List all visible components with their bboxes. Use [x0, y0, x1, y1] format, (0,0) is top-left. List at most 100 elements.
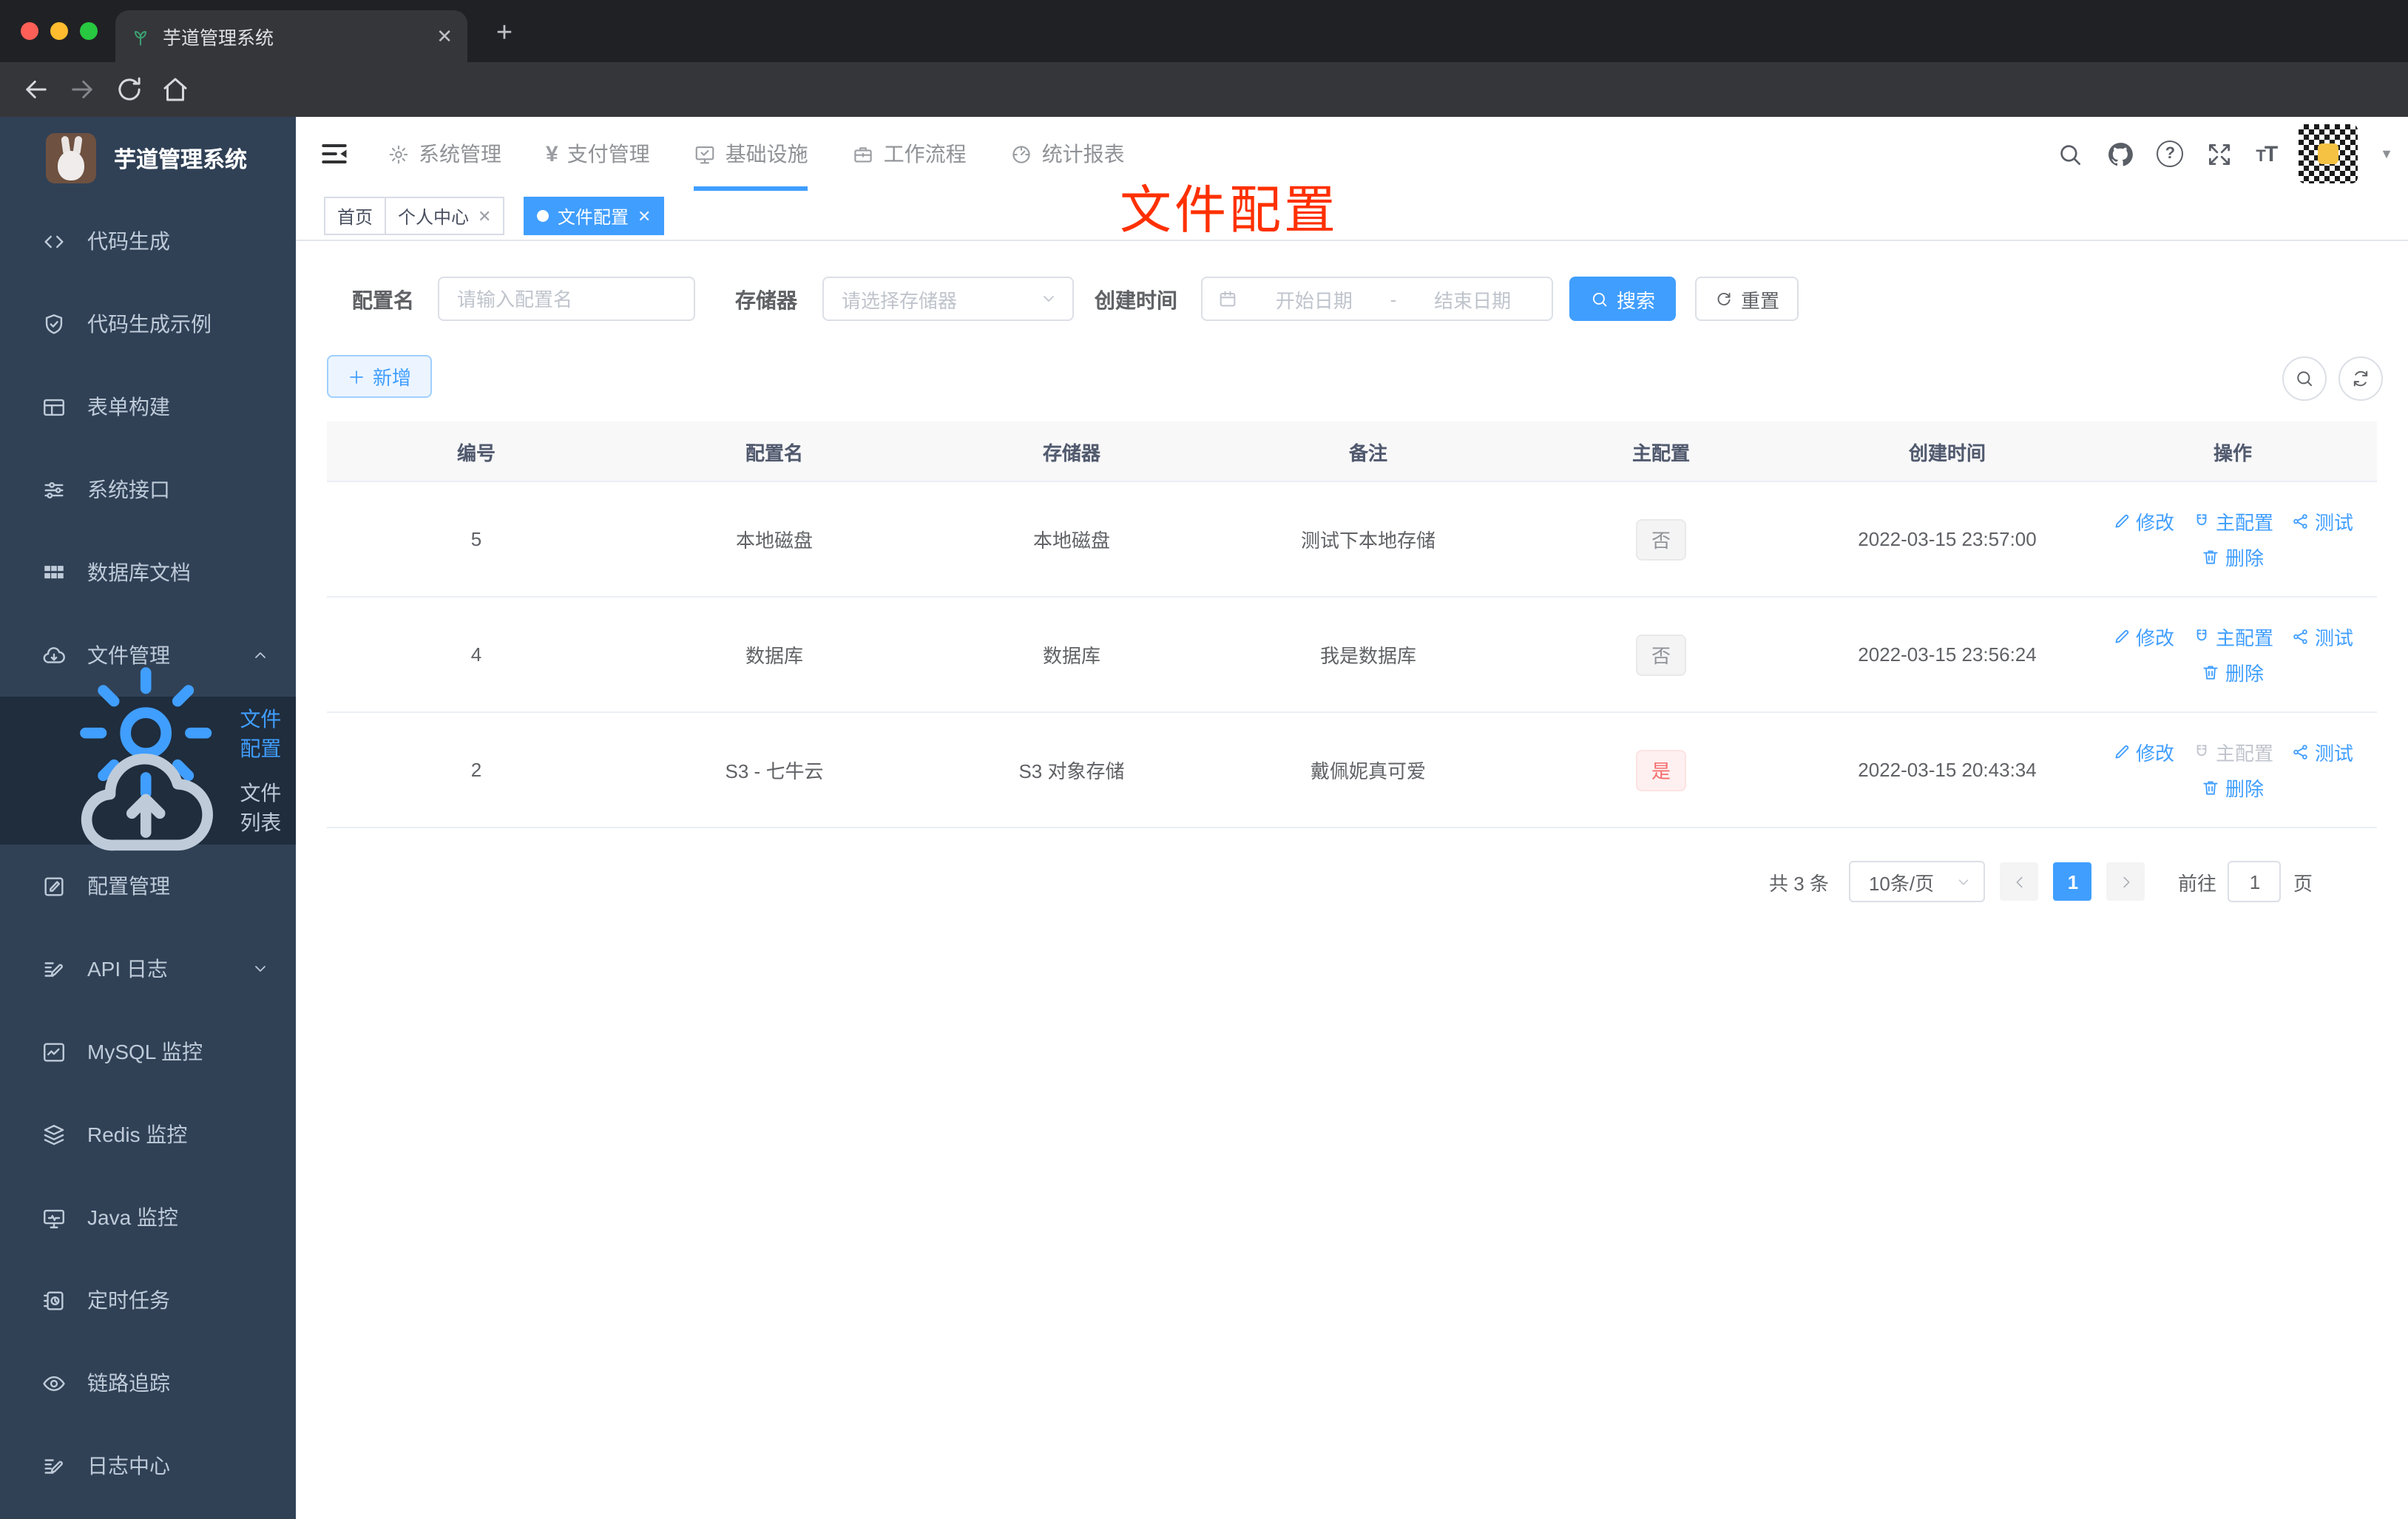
traffic-zoom-button[interactable] [80, 22, 98, 40]
sidebar-item-api-log[interactable]: API 日志 [0, 927, 296, 1010]
add-button-label: 新增 [373, 367, 412, 389]
edit-action[interactable]: 修改 [2112, 623, 2174, 651]
sidebar-item-label: 配置管理 [87, 874, 170, 898]
top-menu-infra[interactable]: 基础设施 [694, 117, 808, 191]
master-action[interactable]: 主配置 [2192, 623, 2273, 651]
page-size-select[interactable]: 10条/页 [1849, 861, 1986, 902]
monitor-check-icon [696, 145, 714, 163]
tag-close-icon[interactable]: ✕ [637, 206, 651, 226]
sidebar-item-system-api[interactable]: 系统接口 [0, 448, 296, 531]
delete-action[interactable]: 删除 [2202, 543, 2264, 571]
sidebar-item-label: 文件列表 [240, 781, 282, 834]
filter-name-input[interactable] [438, 277, 695, 321]
reset-button[interactable]: 重置 [1695, 277, 1799, 321]
sidebar-item-code-demo[interactable]: 代码生成示例 [0, 283, 296, 365]
sidebar-item-file-manage[interactable]: 文件管理 [0, 614, 296, 697]
edit-action[interactable]: 修改 [2112, 507, 2174, 535]
cell-id: 4 [470, 643, 482, 666]
top-menu-system[interactable]: 系统管理 [388, 117, 501, 191]
goto-page-input[interactable] [2229, 870, 2280, 893]
column-header: 操作 [2213, 442, 2252, 464]
traffic-close-button[interactable] [21, 22, 38, 40]
search-icon [1592, 291, 1607, 306]
sidebar-item-label: 代码生成 [87, 229, 170, 253]
master-action-disabled: 主配置 [2192, 738, 2273, 766]
prev-page-button[interactable] [2000, 862, 2039, 901]
sidebar-item-form-builder[interactable]: 表单构建 [0, 365, 296, 448]
avatar[interactable] [2299, 124, 2358, 183]
back-icon[interactable] [21, 74, 52, 105]
help-icon[interactable]: ? [2157, 141, 2184, 167]
sidebar-item-label: 系统接口 [87, 478, 170, 501]
column-header: 备注 [1348, 442, 1387, 464]
cell-storage: S3 对象存储 [1018, 760, 1125, 782]
search-button[interactable]: 搜索 [1569, 277, 1676, 321]
browser-tab[interactable]: 芋道管理系统 ✕ [115, 10, 467, 62]
sidebar-item-log-center[interactable]: 日志中心 [0, 1424, 296, 1507]
avatar-caret-icon[interactable]: ▼ [2380, 146, 2393, 161]
reload-icon[interactable] [114, 74, 145, 105]
sidebar-item-label: Java 监控 [87, 1205, 178, 1229]
sidebar-item-mysql-monitor[interactable]: MySQL 监控 [0, 1010, 296, 1093]
tag-profile[interactable]: 个人中心 ✕ [385, 197, 505, 235]
browser-tabstrip: 芋道管理系统 ✕ + [0, 0, 2408, 62]
sidebar-item-job[interactable]: 定时任务 [0, 1259, 296, 1342]
tab-close-icon[interactable]: ✕ [436, 24, 453, 48]
sidebar-item-redis-monitor[interactable]: Redis 监控 [0, 1093, 296, 1176]
sidebar-item-db-doc[interactable]: 数据库文档 [0, 531, 296, 614]
logo-avatar [46, 133, 96, 183]
add-button[interactable]: 新增 [327, 355, 433, 398]
test-action[interactable]: 测试 [2291, 738, 2353, 766]
next-page-button[interactable] [2106, 862, 2145, 901]
filter-storage-select[interactable]: 请选择存储器 [822, 277, 1074, 321]
trash-icon [2204, 781, 2219, 795]
sidebar-collapse-icon[interactable] [318, 138, 351, 170]
tag-close-icon[interactable]: ✕ [478, 206, 491, 226]
name-input[interactable] [439, 288, 694, 310]
delete-action[interactable]: 删除 [2202, 658, 2264, 686]
sidebar-item-label: MySQL 监控 [87, 1040, 203, 1063]
search-icon[interactable] [2056, 140, 2084, 168]
sidebar-item-file-list[interactable]: 文件列表 [0, 754, 296, 851]
master-action[interactable]: 主配置 [2192, 507, 2273, 535]
sidebar-item-config-manage[interactable]: 配置管理 [0, 845, 296, 927]
range-separator: - [1390, 288, 1397, 310]
doc-edit-icon [44, 961, 63, 976]
test-action[interactable]: 测试 [2291, 623, 2353, 651]
tag-file-config[interactable]: 文件配置 ✕ [524, 197, 665, 235]
github-icon[interactable] [2106, 140, 2134, 168]
sidebar-logo[interactable]: 芋道管理系统 [0, 117, 296, 200]
fullscreen-icon[interactable] [2205, 140, 2233, 168]
delete-action[interactable]: 删除 [2202, 774, 2264, 802]
calendar-icon [1220, 291, 1236, 307]
sidebar-item-code-gen[interactable]: 代码生成 [0, 200, 296, 283]
top-menu-label: 支付管理 [567, 142, 650, 166]
test-action[interactable]: 测试 [2291, 507, 2353, 535]
form-icon [44, 398, 64, 416]
top-menu-report[interactable]: 统计报表 [1011, 117, 1125, 191]
sidebar-item-tracer[interactable]: 链路追踪 [0, 1342, 296, 1424]
top-menu-workflow[interactable]: 工作流程 [853, 117, 967, 191]
edit-action[interactable]: 修改 [2112, 738, 2174, 766]
file-config-table: 编号 配置名 存储器 备注 主配置 创建时间 操作 5 本地磁盘 本地磁盘 测试… [327, 422, 2377, 828]
table-refresh-button[interactable] [2338, 356, 2383, 401]
filter-daterange-input[interactable]: 开始日期 - 结束日期 [1201, 277, 1553, 321]
new-tab-button[interactable]: + [485, 15, 524, 53]
cell-storage: 本地磁盘 [1032, 530, 1110, 552]
schedule-icon [44, 1290, 64, 1310]
traffic-minimize-button[interactable] [50, 22, 68, 40]
forward-icon[interactable] [67, 74, 98, 105]
home-icon[interactable] [160, 74, 191, 105]
font-size-icon[interactable]: TT [2256, 141, 2278, 166]
page-suffix: 页 [2293, 872, 2313, 894]
top-menu-pay[interactable]: ¥ 支付管理 [546, 117, 650, 191]
tag-label: 首页 [337, 206, 373, 227]
sidebar-item-label: 文件配置 [240, 707, 282, 760]
page-number-1[interactable]: 1 [2053, 862, 2092, 901]
refresh-icon [2353, 371, 2368, 387]
tag-home[interactable]: 首页 [324, 197, 387, 235]
table-search-toggle-button[interactable] [2282, 356, 2327, 401]
sidebar-item-java-monitor[interactable]: Java 监控 [0, 1176, 296, 1259]
master-tag: 是 [1636, 749, 1685, 791]
filter-storage-label: 存储器 [735, 288, 797, 312]
